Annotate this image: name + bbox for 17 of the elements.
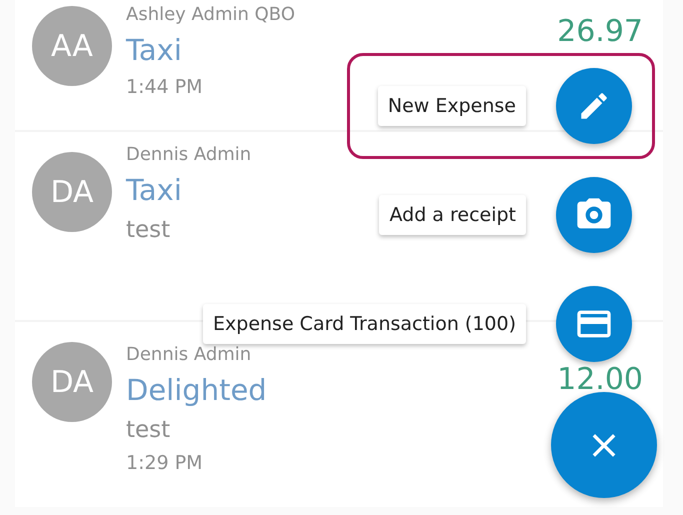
expense-title: Delighted	[126, 372, 267, 409]
action-label[interactable]: Expense Card Transaction (100)	[203, 304, 526, 344]
submitter-name: Ashley Admin QBO	[126, 3, 296, 27]
submitter-name: Dennis Admin	[126, 143, 252, 167]
action-label[interactable]: New Expense	[378, 86, 526, 126]
expense-title: Taxi	[126, 172, 182, 209]
expense-time: 1:44 PM	[126, 75, 203, 100]
action-label[interactable]: Add a receipt	[379, 195, 526, 235]
expense-time: 1:29 PM	[126, 451, 203, 476]
submitter-name: Dennis Admin	[126, 343, 252, 367]
expense-title: Taxi	[126, 32, 182, 69]
expense-note: test	[126, 216, 170, 245]
avatar: DA	[32, 152, 112, 232]
expense-note: test	[126, 416, 170, 445]
avatar: AA	[32, 6, 112, 86]
avatar: DA	[32, 342, 112, 422]
expense-amount: 26.97	[557, 14, 643, 49]
